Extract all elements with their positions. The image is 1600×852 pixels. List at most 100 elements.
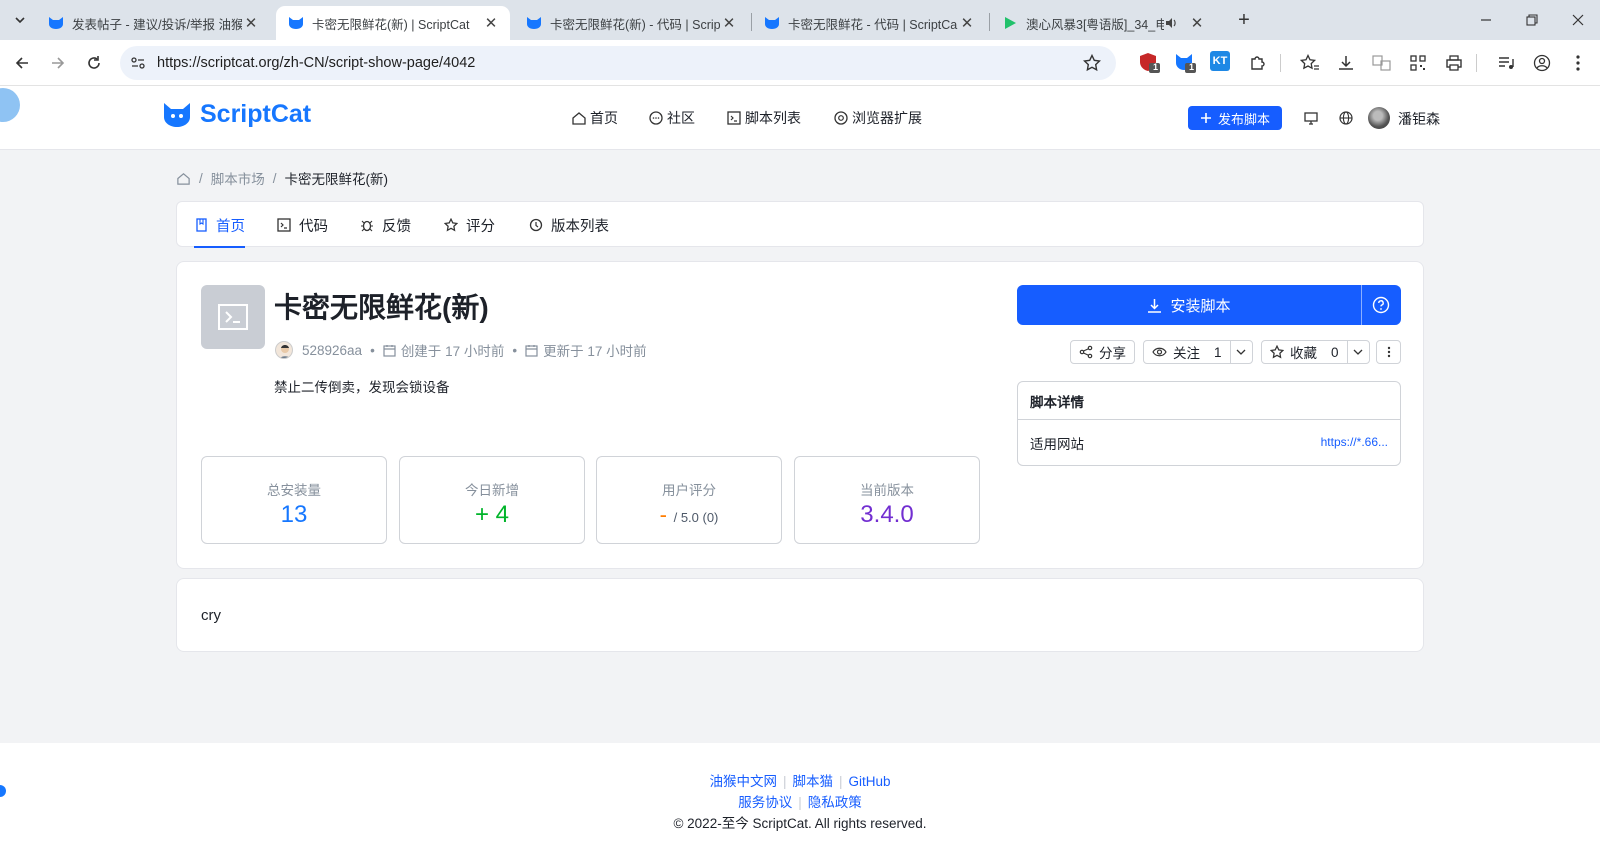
terminal-icon: [218, 304, 248, 330]
publish-script-button[interactable]: 发布脚本: [1188, 106, 1282, 130]
question-circle-icon: [1372, 296, 1390, 314]
watch-count: 1: [1214, 344, 1222, 360]
site-info-icon[interactable]: [126, 51, 150, 75]
stat-value: + 4: [474, 501, 510, 528]
script-title: 卡密无限鲜花(新): [274, 292, 489, 323]
browser-tab-5[interactable]: 澳心风暴3[粤语版]_34_电视 ✕: [990, 6, 1216, 40]
tab-feedback[interactable]: 反馈: [360, 202, 411, 248]
extension-badge: 1: [1153, 62, 1159, 72]
bookmark-star-icon[interactable]: [1080, 51, 1104, 75]
stat-label: 当前版本: [860, 483, 914, 498]
logo[interactable]: ScriptCat: [162, 100, 311, 129]
stat-current-version: 当前版本 3.4.0: [794, 456, 980, 544]
tab-code[interactable]: 代码: [277, 202, 328, 248]
tab-title: 卡密无限鲜花(新) | ScriptCat: [312, 17, 470, 32]
restore-icon[interactable]: [1520, 8, 1544, 32]
watch-button[interactable]: 关注 1: [1143, 340, 1253, 364]
eye-icon: [1152, 347, 1167, 357]
more-actions-button[interactable]: [1376, 340, 1401, 364]
author-name[interactable]: 528926aa: [302, 343, 362, 358]
publish-label: 发布脚本: [1217, 111, 1270, 127]
download-icon[interactable]: [1334, 51, 1358, 75]
tab-home[interactable]: 首页: [194, 202, 245, 248]
install-help-button[interactable]: [1361, 285, 1401, 325]
author-avatar[interactable]: [275, 341, 293, 359]
install-script-button[interactable]: 安装脚本: [1017, 285, 1361, 325]
tab-home-label: 首页: [216, 218, 245, 235]
minimize-icon[interactable]: [1474, 8, 1498, 32]
favorite-button[interactable]: 收藏 0: [1261, 340, 1370, 364]
favorites-icon[interactable]: [1298, 51, 1322, 75]
nav-item-home[interactable]: 首页: [571, 86, 618, 150]
footer-link-github[interactable]: GitHub: [849, 774, 891, 789]
chevron-down-icon[interactable]: [1346, 341, 1369, 363]
nav-item-scripts[interactable]: 脚本列表: [726, 86, 801, 150]
footer-link-privacy[interactable]: 隐私政策: [808, 795, 862, 810]
media-control-icon[interactable]: [1494, 51, 1518, 75]
language-globe-icon[interactable]: [1334, 106, 1358, 130]
nav-item-extension[interactable]: 浏览器扩展: [833, 86, 922, 150]
address-bar[interactable]: https://scriptcat.org/zh-CN/script-show-…: [120, 46, 1116, 80]
floating-avatar-icon[interactable]: [0, 88, 20, 122]
tab-rating[interactable]: 评分: [444, 202, 495, 248]
footer-link-tampermonkey-cn[interactable]: 油猴中文网: [709, 774, 777, 789]
reload-icon[interactable]: [82, 51, 106, 75]
monitor-icon[interactable]: [1299, 106, 1323, 130]
chevron-down-icon[interactable]: [1229, 341, 1252, 363]
close-tab-icon[interactable]: ✕: [958, 14, 976, 32]
browser-tab-4[interactable]: 卡密无限鲜花 - 代码 | ScriptCa ✕: [752, 6, 986, 40]
meta-dot: •: [512, 342, 518, 358]
close-tab-icon[interactable]: ✕: [720, 14, 738, 32]
qr-code-icon[interactable]: [1406, 51, 1430, 75]
menu-kebab-icon[interactable]: [1566, 51, 1590, 75]
script-details-panel: 脚本详情 适用网站 https://*.66...: [1017, 381, 1401, 466]
footer-copyright: © 2022-至今 ScriptCat. All rights reserved…: [673, 816, 927, 831]
breadcrumb-market[interactable]: 脚本市场: [211, 168, 265, 188]
close-tab-icon[interactable]: ✕: [482, 14, 500, 32]
speaker-icon[interactable]: [1164, 16, 1178, 30]
back-icon[interactable]: [10, 51, 34, 75]
kt-extension-icon[interactable]: KT: [1210, 51, 1230, 71]
nav-home-label: 首页: [590, 110, 618, 126]
browser-tab-bar: 发表帖子 - 建议/投诉/举报 油猴 ✕ 卡密无限鲜花(新) | ScriptC…: [0, 0, 1600, 40]
tab-search-icon[interactable]: [8, 8, 32, 32]
stat-value: 3.4.0: [860, 501, 914, 528]
print-icon[interactable]: [1442, 51, 1466, 75]
code-box-icon: [277, 218, 291, 232]
tab-versions-label: 版本列表: [551, 218, 609, 235]
profile-icon[interactable]: [1530, 51, 1554, 75]
rating-value: -: [659, 502, 667, 527]
nav-community-label: 社区: [667, 110, 695, 126]
close-window-icon[interactable]: [1566, 8, 1590, 32]
extensions-puzzle-icon[interactable]: [1246, 51, 1270, 75]
nav-item-community[interactable]: 社区: [648, 86, 695, 150]
tab-rating-label: 评分: [466, 218, 495, 235]
stat-user-rating: 用户评分 - / 5.0 (0): [596, 456, 782, 544]
user-avatar[interactable]: [1368, 107, 1390, 129]
scriptcat-extension-icon[interactable]: 1: [1174, 51, 1198, 75]
new-tab-button[interactable]: +: [1232, 8, 1256, 32]
forward-icon[interactable]: [46, 51, 70, 75]
stat-today-new: 今日新增 + 4: [399, 456, 585, 544]
user-name[interactable]: 潘钜森: [1398, 109, 1440, 129]
stat-label: 今日新增: [465, 483, 519, 498]
shield-extension-icon[interactable]: 1: [1138, 51, 1162, 75]
browser-tab-1[interactable]: 发表帖子 - 建议/投诉/举报 油猴 ✕: [36, 6, 270, 40]
translate-icon[interactable]: [1370, 51, 1394, 75]
nav-extension-label: 浏览器扩展: [852, 110, 922, 126]
close-tab-icon[interactable]: ✕: [1188, 14, 1206, 32]
share-button[interactable]: 分享: [1070, 340, 1135, 364]
tab-versions[interactable]: 版本列表: [529, 202, 609, 248]
script-description: 禁止二传倒卖，发现会锁设备: [274, 380, 450, 395]
close-tab-icon[interactable]: ✕: [242, 14, 260, 32]
browser-tab-2[interactable]: 卡密无限鲜花(新) | ScriptCat ✕: [276, 6, 510, 40]
calendar-icon: [383, 344, 396, 357]
breadcrumb-separator: /: [272, 170, 277, 186]
tab-title: 卡密无限鲜花(新) - 代码 | Scrip: [550, 17, 720, 32]
footer-link-terms[interactable]: 服务协议: [738, 795, 792, 810]
applicable-sites-link[interactable]: https://*.66...: [1321, 435, 1388, 449]
footer-link-scriptcat[interactable]: 脚本猫: [792, 774, 833, 789]
breadcrumb-separator: /: [199, 170, 203, 186]
browser-tab-3[interactable]: 卡密无限鲜花(新) - 代码 | Scrip ✕: [514, 6, 748, 40]
home-icon[interactable]: [176, 171, 191, 186]
